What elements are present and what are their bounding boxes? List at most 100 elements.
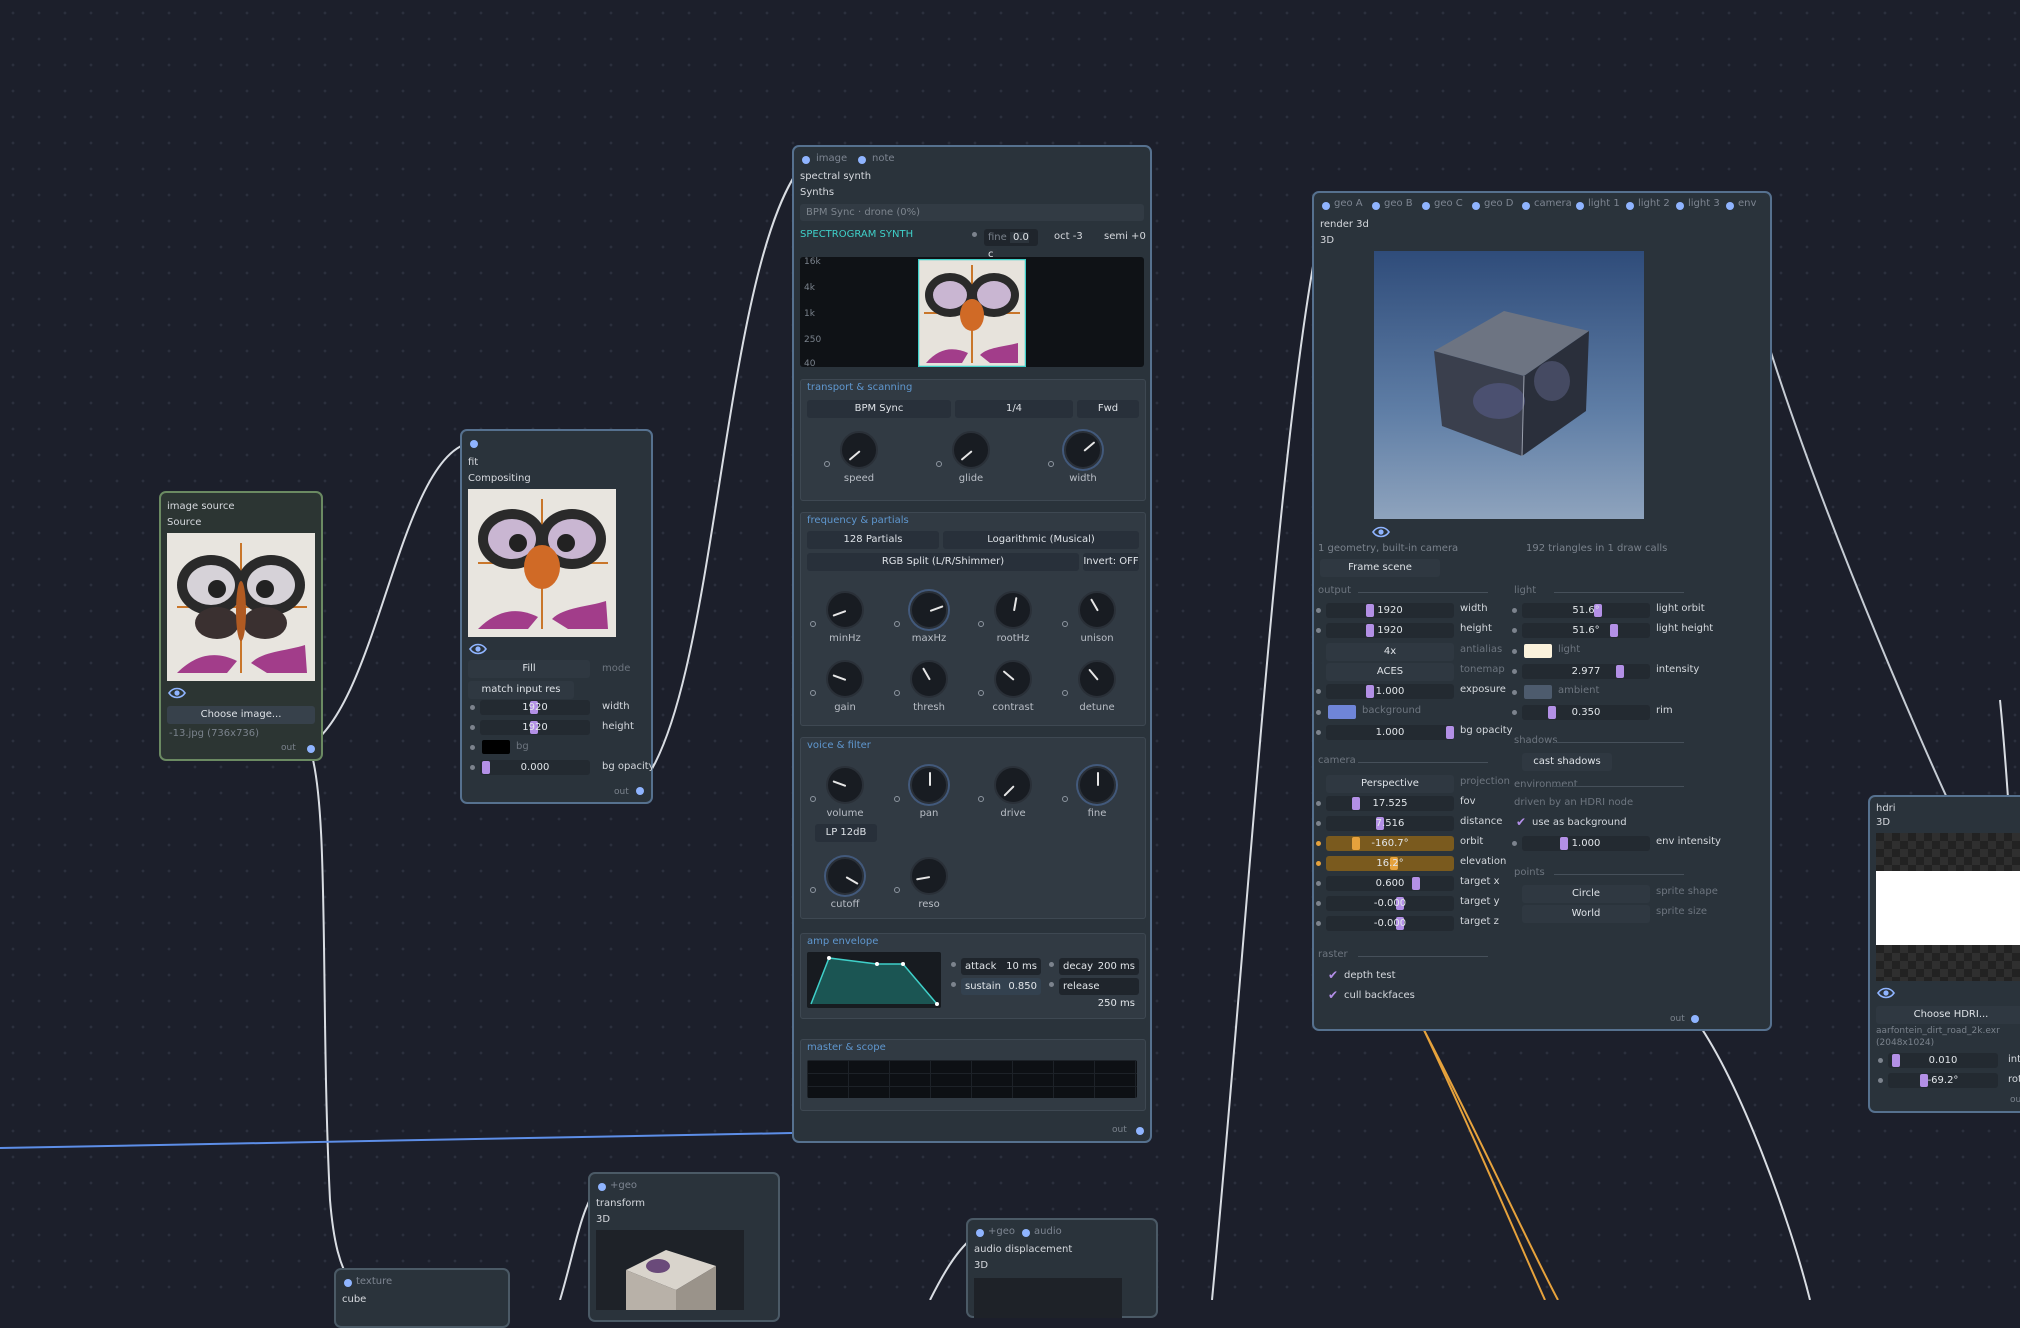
out-port[interactable] bbox=[636, 787, 644, 795]
cube-node[interactable]: texture cube bbox=[334, 1268, 510, 1328]
sustain-port-dot[interactable] bbox=[951, 982, 956, 987]
pan-knob[interactable] bbox=[910, 766, 948, 804]
spectral-synth-node[interactable]: image note spectral synth Synths BPM Syn… bbox=[792, 145, 1152, 1143]
mode-select[interactable]: Fill bbox=[468, 660, 590, 678]
speed-knob[interactable] bbox=[840, 431, 878, 469]
image-source-node[interactable]: image source Source Choose image... -13.… bbox=[159, 491, 323, 761]
maxhz-port-dot[interactable] bbox=[894, 621, 900, 627]
rim-slider[interactable]: 0.350 bbox=[1522, 705, 1650, 720]
gain-port-dot[interactable] bbox=[810, 690, 816, 696]
contrast-knob[interactable] bbox=[994, 660, 1032, 698]
scale-select[interactable]: Logarithmic (Musical) bbox=[943, 531, 1139, 549]
elevation-slider[interactable]: 16.2° bbox=[1326, 856, 1454, 871]
choose-hdri-button[interactable]: Choose HDRI... bbox=[1876, 1006, 2020, 1024]
attack-field[interactable]: attack 10 ms bbox=[961, 958, 1041, 975]
oct-selector[interactable]: oct -3 bbox=[1054, 231, 1083, 242]
width-slider[interactable]: 1920 bbox=[480, 700, 590, 715]
fine-field[interactable]: fine 0.0 c bbox=[984, 229, 1038, 260]
sustain-field[interactable]: sustain 0.850 bbox=[961, 978, 1041, 995]
cast-shadows-button[interactable]: cast shadows bbox=[1522, 753, 1612, 771]
transport-mode-select[interactable]: BPM Sync bbox=[807, 400, 951, 418]
render-viewport[interactable] bbox=[1374, 251, 1644, 519]
split-select[interactable]: RGB Split (L/R/Shimmer) bbox=[807, 553, 1079, 571]
input-port[interactable] bbox=[470, 440, 478, 448]
roothz-knob[interactable] bbox=[994, 591, 1032, 629]
choose-image-button[interactable]: Choose image... bbox=[167, 706, 315, 724]
audio-displacement-node[interactable]: +geo audio audio displacement 3D bbox=[966, 1218, 1158, 1318]
ambient-swatch[interactable] bbox=[1524, 685, 1552, 699]
exposure-slider[interactable]: 1.000 bbox=[1326, 684, 1454, 699]
target-x-port-dot[interactable] bbox=[1316, 881, 1321, 886]
light-intensity-port-dot[interactable] bbox=[1512, 669, 1517, 674]
projection-select[interactable]: Perspective bbox=[1326, 775, 1454, 793]
detune-knob[interactable] bbox=[1078, 660, 1116, 698]
fine-port-dot[interactable] bbox=[1062, 796, 1068, 802]
output-height-slider[interactable]: 1920 bbox=[1326, 623, 1454, 638]
antialias-select[interactable]: 4x bbox=[1326, 643, 1454, 661]
pan-port-dot[interactable] bbox=[894, 796, 900, 802]
volume-port-dot[interactable] bbox=[810, 796, 816, 802]
decay-field[interactable]: decay 200 ms bbox=[1059, 958, 1139, 975]
reso-knob[interactable] bbox=[910, 857, 948, 895]
hdri-intensity-slider[interactable]: 0.010 bbox=[1888, 1053, 1998, 1068]
partials-select[interactable]: 128 Partials bbox=[807, 531, 939, 549]
geo-C-port[interactable] bbox=[1422, 202, 1430, 210]
exposure-port-dot[interactable] bbox=[1316, 689, 1321, 694]
camera-port[interactable] bbox=[1522, 202, 1530, 210]
note-port[interactable] bbox=[858, 156, 866, 164]
fit-node[interactable]: fit Compositing Fill mode match input re… bbox=[460, 429, 655, 804]
visibility-eye-icon[interactable] bbox=[1877, 987, 1895, 999]
unison-port-dot[interactable] bbox=[1062, 621, 1068, 627]
drive-knob[interactable] bbox=[994, 766, 1032, 804]
target-z-slider[interactable]: -0.000 bbox=[1326, 916, 1454, 931]
hdri-node[interactable]: hdri 3D Choose HDRI... aarfontein_dirt_r… bbox=[1868, 795, 2020, 1113]
light-3-port[interactable] bbox=[1676, 202, 1684, 210]
geo-A-port[interactable] bbox=[1322, 202, 1330, 210]
fov-slider[interactable]: 17.525 bbox=[1326, 796, 1454, 811]
geo-port[interactable] bbox=[598, 1183, 606, 1191]
decay-port-dot[interactable] bbox=[1049, 962, 1054, 967]
detune-port-dot[interactable] bbox=[1062, 690, 1068, 696]
thresh-port-dot[interactable] bbox=[894, 690, 900, 696]
orbit-slider[interactable]: -160.7° bbox=[1326, 836, 1454, 851]
height-port-dot[interactable] bbox=[470, 725, 475, 730]
light-1-port[interactable] bbox=[1576, 202, 1584, 210]
cull-backfaces-checkbox[interactable]: ✔ bbox=[1328, 988, 1338, 1002]
texture-port[interactable] bbox=[344, 1279, 352, 1287]
glide-port-dot[interactable] bbox=[936, 461, 942, 467]
env-intensity-port-dot[interactable] bbox=[1512, 841, 1517, 846]
filter-type-select[interactable]: LP 12dB bbox=[815, 824, 877, 842]
light-color-swatch[interactable] bbox=[1524, 644, 1552, 658]
depth-test-checkbox[interactable]: ✔ bbox=[1328, 968, 1338, 982]
target-z-port-dot[interactable] bbox=[1316, 921, 1321, 926]
height-slider[interactable]: 1920 bbox=[480, 720, 590, 735]
light-color-port-dot[interactable] bbox=[1512, 649, 1517, 654]
visibility-eye-icon[interactable] bbox=[469, 643, 487, 655]
reso-port-dot[interactable] bbox=[894, 887, 900, 893]
maxhz-knob[interactable] bbox=[910, 591, 948, 629]
intensity-port-dot[interactable] bbox=[1878, 1058, 1883, 1063]
light-height-slider[interactable]: 51.6° bbox=[1522, 623, 1650, 638]
light-orbit-slider[interactable]: 51.6° bbox=[1522, 603, 1650, 618]
hdri-rotation-slider[interactable]: -69.2° bbox=[1888, 1073, 1998, 1088]
contrast-port-dot[interactable] bbox=[978, 690, 984, 696]
rotation-port-dot[interactable] bbox=[1878, 1078, 1883, 1083]
bg-opacity-slider[interactable]: 1.000 bbox=[1326, 725, 1454, 740]
target-x-slider[interactable]: 0.600 bbox=[1326, 876, 1454, 891]
light-height-port-dot[interactable] bbox=[1512, 628, 1517, 633]
geo-port[interactable] bbox=[976, 1229, 984, 1237]
output-height-port-dot[interactable] bbox=[1316, 628, 1321, 633]
env-port[interactable] bbox=[1726, 202, 1734, 210]
use-as-background-checkbox[interactable]: ✔ bbox=[1516, 815, 1526, 829]
minhz-knob[interactable] bbox=[826, 591, 864, 629]
width-knob[interactable] bbox=[1064, 431, 1102, 469]
audio-port[interactable] bbox=[1022, 1229, 1030, 1237]
spectrogram-view[interactable]: 16k 4k 1k 250 40 bbox=[800, 257, 1144, 367]
unison-knob[interactable] bbox=[1078, 591, 1116, 629]
tonemap-select[interactable]: ACES bbox=[1326, 663, 1454, 681]
render-3d-node[interactable]: geo A geo B geo C geo D camera light 1 light 2… bbox=[1312, 191, 1772, 1031]
division-select[interactable]: 1/4 bbox=[955, 400, 1073, 418]
cutoff-port-dot[interactable] bbox=[810, 887, 816, 893]
bg-opacity-port-dot[interactable] bbox=[1316, 730, 1321, 735]
bg-color-swatch[interactable] bbox=[482, 740, 510, 754]
